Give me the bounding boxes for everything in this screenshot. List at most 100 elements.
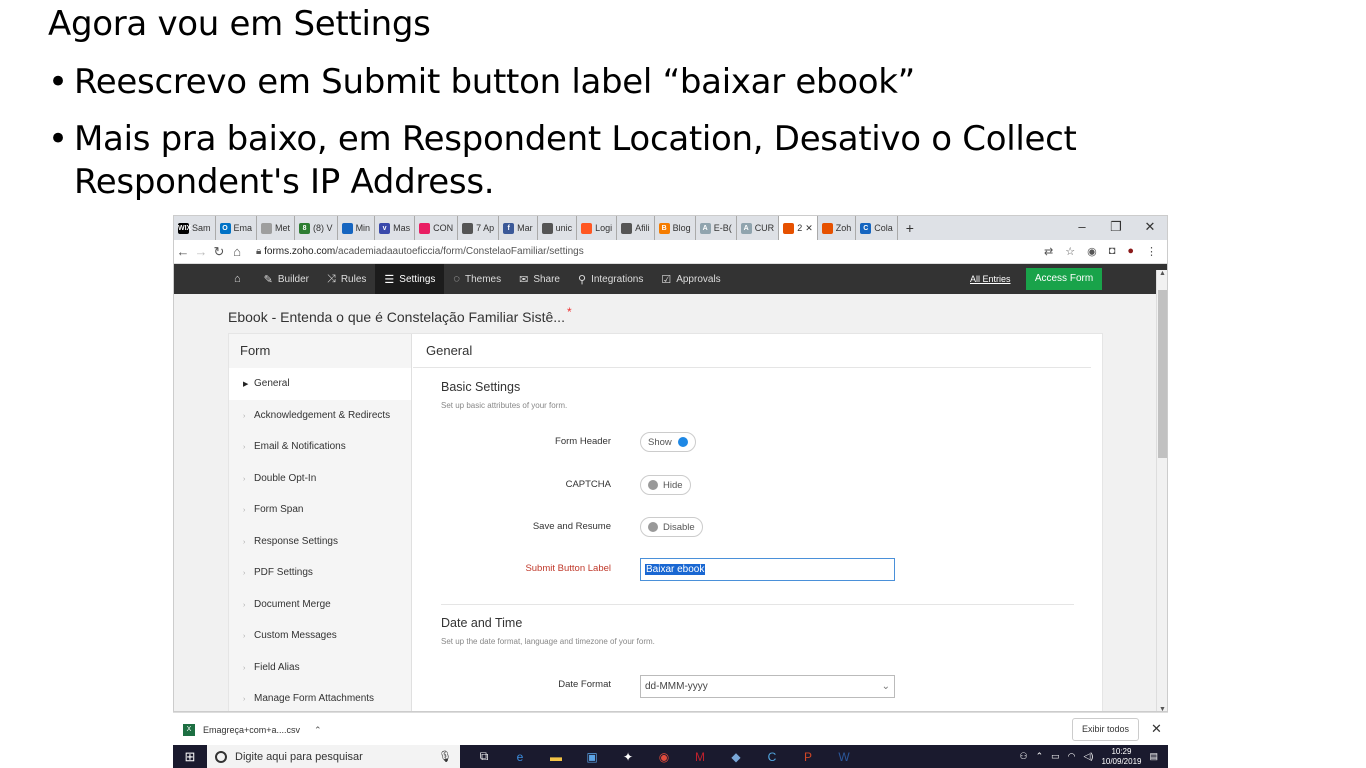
integrations-icon: ⚲ xyxy=(578,273,587,286)
menu-icon[interactable]: ⋮ xyxy=(1146,245,1157,258)
browser-tab[interactable]: 7 Ap xyxy=(458,216,500,240)
access-form-button[interactable]: Access Form xyxy=(1026,268,1102,290)
app-icon[interactable]: ✦ xyxy=(610,745,646,768)
ccleaner-icon[interactable]: C xyxy=(754,745,790,768)
save-resume-toggle[interactable]: Disable xyxy=(640,517,703,537)
task-view-icon[interactable]: ⧉ xyxy=(466,745,502,768)
scroll-up-icon[interactable]: ▲ xyxy=(1159,270,1166,277)
back-icon[interactable]: ← xyxy=(174,244,192,259)
translate-icon[interactable]: ⇄ xyxy=(1044,245,1053,258)
nav-settings[interactable]: ☰ Settings xyxy=(375,264,445,294)
browser-tab[interactable]: unic xyxy=(538,216,578,240)
sidebar-item[interactable]: ▶ General xyxy=(229,368,411,400)
url-field[interactable]: 🔒︎ forms.zoho.com/academiadaautoeficcia/… xyxy=(256,246,584,257)
browser-tab[interactable]: CON xyxy=(415,216,459,240)
clock[interactable]: 10:29 10/09/2019 xyxy=(1101,747,1141,767)
chrome-icon[interactable]: ◉ xyxy=(646,745,682,768)
people-icon[interactable]: ⚇ xyxy=(1020,751,1028,762)
store-icon[interactable]: ▣ xyxy=(574,745,610,768)
browser-tab[interactable]: WIX Sam xyxy=(174,216,216,240)
home-icon[interactable]: ⌂ xyxy=(228,244,246,259)
battery-icon[interactable]: ▭ xyxy=(1051,751,1060,762)
browser-tab[interactable]: Met xyxy=(257,216,296,240)
nav-integrations[interactable]: ⚲ Integrations xyxy=(569,264,652,294)
save-resume-label: Save and Resume xyxy=(532,521,611,532)
sidebar-item[interactable]: › Double Opt-In xyxy=(229,463,411,495)
notifications-icon[interactable]: ▤ xyxy=(1149,751,1158,762)
browser-tab[interactable]: 8 (8) V xyxy=(295,216,338,240)
pocket-icon[interactable]: ◘ xyxy=(1109,245,1116,258)
maximize-icon[interactable]: ❐ xyxy=(1099,216,1133,240)
close-icon[interactable]: ✕ xyxy=(1151,721,1162,737)
tray-chevron-icon[interactable]: ⌃ xyxy=(1036,751,1044,762)
page-scrollbar[interactable]: ▲ ▼ xyxy=(1156,270,1167,711)
tab-strip: WIX Sam O Ema Met 8 (8) V Min v Mas CON 7 Ap f Mar uni… xyxy=(174,216,1167,240)
browser-tab[interactable]: 2 ✕ xyxy=(779,216,818,240)
nav-home[interactable]: ⌂ xyxy=(225,264,255,294)
chevron-up-icon[interactable]: ⌃ xyxy=(314,725,322,736)
nav-approvals[interactable]: ☑ Approvals xyxy=(652,264,729,294)
scroll-thumb[interactable] xyxy=(1158,290,1167,458)
profile-avatar[interactable]: ● xyxy=(1127,245,1134,258)
browser-tab[interactable]: C Cola xyxy=(856,216,898,240)
clock-date: 10/09/2019 xyxy=(1101,756,1142,766)
app-icon[interactable]: ◆ xyxy=(718,745,754,768)
browser-tab[interactable]: Afili xyxy=(617,216,655,240)
word-icon[interactable]: W xyxy=(826,745,862,768)
all-entries-link[interactable]: All Entries xyxy=(970,274,1011,284)
download-item[interactable]: X Emagreça+com+a....csv ⌃ xyxy=(183,724,322,736)
mcafee-icon[interactable]: M xyxy=(682,745,718,768)
nav-builder[interactable]: ✎ Builder xyxy=(255,264,318,294)
submit-button-label-input[interactable]: Baixar ebook xyxy=(640,558,895,581)
browser-tab[interactable]: v Mas xyxy=(375,216,416,240)
browser-tab[interactable]: B Blog xyxy=(655,216,696,240)
page-icon xyxy=(261,222,273,234)
builder-icon: ✎ xyxy=(263,273,273,286)
sidebar-item[interactable]: › Field Alias xyxy=(229,652,411,684)
wifi-icon[interactable]: ◠ xyxy=(1068,751,1076,762)
forward-icon[interactable]: → xyxy=(192,244,210,259)
section-heading: General xyxy=(413,334,1091,368)
file-explorer-icon[interactable]: ▬ xyxy=(538,745,574,768)
windows-start-icon[interactable]: ⊞ xyxy=(173,745,207,768)
close-icon[interactable]: ✕ xyxy=(1133,216,1167,240)
browser-tab[interactable]: Zoh xyxy=(818,216,857,240)
new-tab-icon[interactable]: + xyxy=(898,216,922,240)
volume-icon[interactable]: ◁) xyxy=(1084,751,1094,762)
taskbar-search[interactable]: Digite aqui para pesquisar 🎙︎ xyxy=(207,745,460,768)
browser-tab[interactable]: A E-B( xyxy=(696,216,737,240)
captcha-toggle[interactable]: Hide xyxy=(640,475,691,495)
microphone-icon[interactable]: 🎙︎ xyxy=(438,750,452,763)
extension-icon[interactable]: ◉ xyxy=(1087,245,1097,258)
minimize-icon[interactable]: – xyxy=(1065,216,1099,240)
form-header-toggle[interactable]: Show xyxy=(640,432,696,452)
sidebar-item[interactable]: › Form Span xyxy=(229,494,411,526)
nav-themes[interactable]: ◌ Themes xyxy=(444,264,510,294)
tab-label: 2 xyxy=(797,223,803,233)
bookmark-star-icon[interactable]: ☆ xyxy=(1065,245,1075,258)
browser-tab[interactable]: Logi xyxy=(577,216,618,240)
powerpoint-icon[interactable]: P xyxy=(790,745,826,768)
url-domain: forms.zoho.com xyxy=(264,246,336,257)
date-time-title: Date and Time xyxy=(441,616,523,630)
nav-label: Approvals xyxy=(676,273,721,285)
edge-icon[interactable]: e xyxy=(502,745,538,768)
browser-tab[interactable]: f Mar xyxy=(499,216,538,240)
sidebar-item[interactable]: › Response Settings xyxy=(229,526,411,558)
browser-tab[interactable]: A CUR xyxy=(737,216,780,240)
sidebar-item[interactable]: › Document Merge xyxy=(229,589,411,621)
show-all-button[interactable]: Exibir todos xyxy=(1072,718,1139,741)
reload-icon[interactable]: ↻ xyxy=(210,244,228,260)
browser-tab[interactable]: Min xyxy=(338,216,376,240)
sidebar-item[interactable]: › Email & Notifications xyxy=(229,431,411,463)
sidebar-item[interactable]: › PDF Settings xyxy=(229,557,411,589)
browser-tab[interactable]: O Ema xyxy=(216,216,258,240)
sidebar-item[interactable]: › Manage Form Attachments xyxy=(229,683,411,711)
sidebar-item[interactable]: › Custom Messages xyxy=(229,620,411,652)
nav-share[interactable]: ✉ Share xyxy=(510,264,569,294)
sidebar-item[interactable]: › Acknowledgement & Redirects xyxy=(229,400,411,432)
close-tab-icon[interactable]: ✕ xyxy=(805,223,813,234)
nav-rules[interactable]: ⤨ Rules xyxy=(318,264,375,294)
caret-right-icon: › xyxy=(243,475,246,483)
date-format-select[interactable]: dd-MMM-yyyy ⌄ xyxy=(640,675,895,698)
